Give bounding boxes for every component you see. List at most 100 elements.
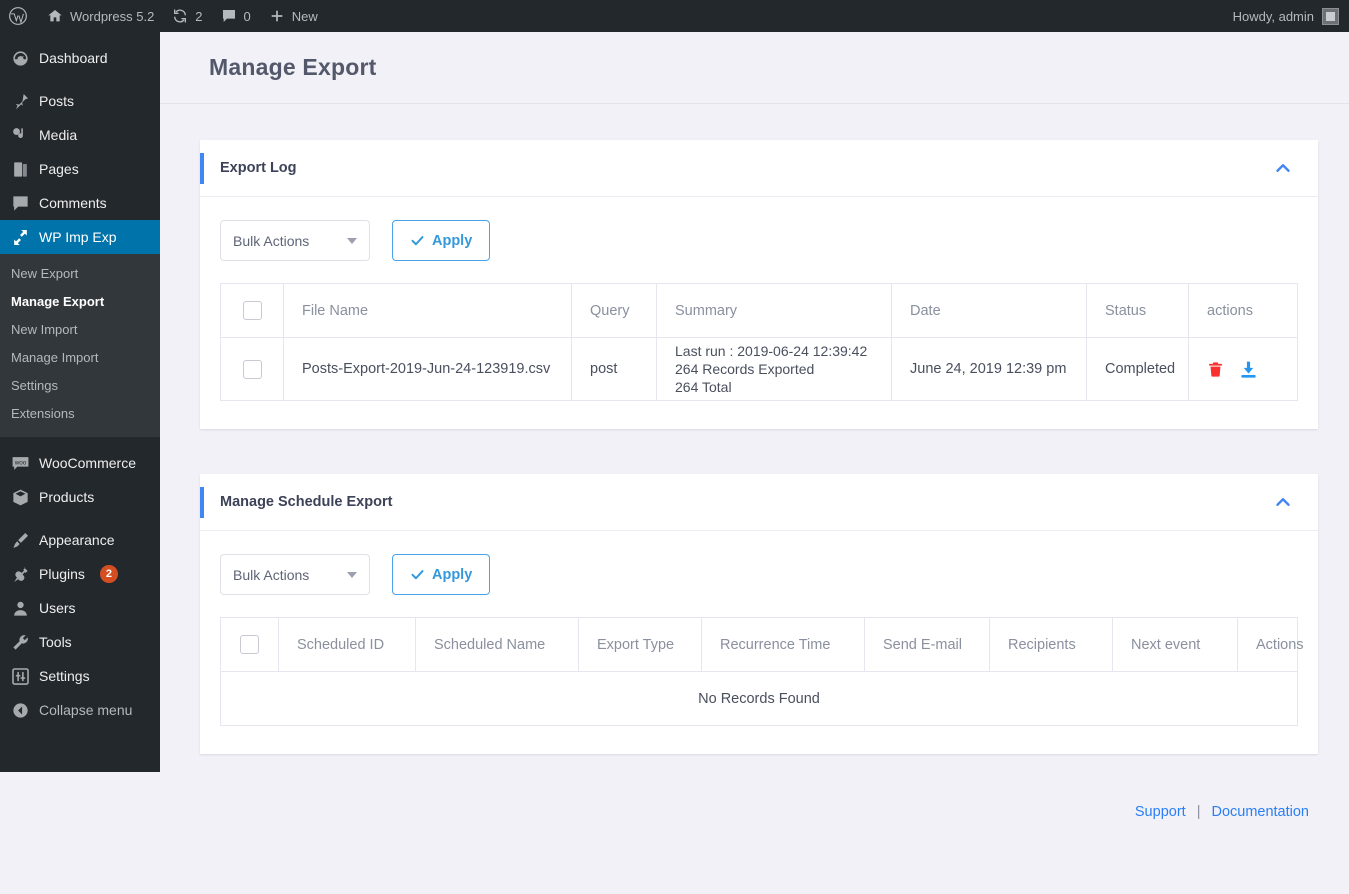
no-records-message: No Records Found — [698, 690, 820, 707]
submenu-item-manage-import[interactable]: Manage Import — [0, 344, 160, 372]
schedule-panel-header: Manage Schedule Export — [200, 474, 1318, 531]
checkbox-icon[interactable] — [240, 635, 259, 654]
comment-icon — [221, 8, 237, 24]
cell-status: Completed — [1086, 337, 1189, 401]
schedule-toolbar: Bulk Actions Apply — [220, 554, 1298, 595]
plug-icon — [11, 565, 30, 584]
home-icon — [47, 8, 63, 24]
column-header-file-name: File Name — [283, 283, 572, 338]
account-menu[interactable]: Howdy, admin — [1232, 7, 1349, 25]
column-header-next-event: Next event — [1112, 617, 1238, 672]
bulk-actions-value: Bulk Actions — [233, 232, 310, 249]
cell-file-name: Posts-Export-2019-Jun-24-123919.csv — [283, 337, 572, 401]
avatar-icon — [1322, 7, 1339, 25]
sidebar-item-wp-imp-exp[interactable]: WP Imp Exp — [0, 220, 160, 254]
updates-count: 2 — [195, 8, 203, 24]
column-header-send-email: Send E-mail — [864, 617, 990, 672]
cell-summary: Last run : 2019-06-24 12:39:42 264 Recor… — [656, 337, 892, 401]
howdy-label: Howdy, admin — [1232, 8, 1314, 24]
submenu-item-new-import[interactable]: New Import — [0, 316, 160, 344]
schedule-panel-body: Bulk Actions Apply Scheduled ID Schedule… — [200, 531, 1318, 754]
summary-records-exported: 264 Records Exported — [675, 361, 815, 377]
cell-actions — [1189, 338, 1298, 401]
sidebar-item-label: Media — [39, 126, 78, 143]
column-header-summary: Summary — [656, 283, 892, 338]
sidebar-item-settings[interactable]: Settings — [0, 659, 160, 693]
export-log-toolbar: Bulk Actions Apply — [220, 220, 1298, 261]
support-link[interactable]: Support — [1135, 804, 1186, 820]
page-title: Manage Export — [209, 54, 377, 80]
export-log-panel-header: Export Log — [200, 140, 1318, 197]
menu-spacer-top — [0, 32, 160, 41]
export-log-table: File Name Query Summary Date Status acti… — [220, 283, 1298, 401]
apply-label: Apply — [432, 232, 473, 249]
footer-links: Support | Documentation — [1135, 804, 1309, 820]
sidebar-item-plugins[interactable]: Plugins 2 — [0, 557, 160, 591]
chevron-up-icon[interactable] — [1272, 491, 1294, 513]
sidebar-item-label: Users — [39, 599, 76, 616]
chevron-up-icon[interactable] — [1272, 157, 1294, 179]
column-header-actions: Actions — [1237, 617, 1304, 672]
sidebar-item-dashboard[interactable]: Dashboard — [0, 41, 160, 75]
wrench-icon — [11, 633, 30, 652]
sidebar-item-comments[interactable]: Comments — [0, 186, 160, 220]
sidebar-item-label: Products — [39, 488, 95, 505]
submenu-item-manage-export[interactable]: Manage Export — [0, 288, 160, 316]
summary-last-run: Last run : 2019-06-24 12:39:42 — [675, 343, 868, 359]
cell-query: post — [571, 337, 657, 401]
sidebar-item-tools[interactable]: Tools — [0, 625, 160, 659]
submenu-item-settings[interactable]: Settings — [0, 372, 160, 400]
comments-button[interactable]: 0 — [212, 0, 260, 32]
menu-separator-2 — [0, 437, 160, 446]
download-icon[interactable] — [1239, 360, 1258, 379]
updates-button[interactable]: 2 — [163, 0, 211, 32]
checkbox-icon[interactable] — [242, 301, 262, 320]
site-name-menu[interactable]: Wordpress 5.2 — [38, 0, 163, 32]
settings-icon — [11, 667, 30, 686]
new-content-button[interactable]: New — [260, 0, 327, 32]
table-empty-row: No Records Found — [221, 672, 1298, 726]
plus-icon — [269, 8, 285, 24]
user-icon — [11, 599, 30, 618]
column-header-scheduled-id: Scheduled ID — [278, 617, 416, 672]
sidebar-item-users[interactable]: Users — [0, 591, 160, 625]
bulk-actions-select[interactable]: Bulk Actions — [220, 220, 370, 261]
sidebar-item-collapse-menu[interactable]: Collapse menu — [0, 693, 160, 727]
apply-button[interactable]: Apply — [392, 220, 491, 261]
manage-schedule-export-panel: Manage Schedule Export Bulk Actions Appl… — [200, 474, 1318, 754]
bulk-actions-value: Bulk Actions — [233, 566, 310, 583]
chevron-down-icon — [347, 237, 357, 244]
export-log-panel: Export Log Bulk Actions Apply File Name … — [200, 140, 1318, 429]
bulk-actions-select[interactable]: Bulk Actions — [220, 554, 370, 595]
sidebar-item-label: Comments — [39, 194, 107, 211]
export-log-body: Bulk Actions Apply File Name Query Summa… — [200, 197, 1318, 429]
pages-icon — [11, 160, 30, 179]
trash-icon[interactable] — [1207, 360, 1224, 379]
menu-separator-3 — [0, 514, 160, 523]
sidebar-item-posts[interactable]: Posts — [0, 84, 160, 118]
column-header-scheduled-name: Scheduled Name — [415, 617, 579, 672]
sidebar-item-pages[interactable]: Pages — [0, 152, 160, 186]
row-select-cell — [220, 337, 284, 401]
documentation-link[interactable]: Documentation — [1211, 804, 1309, 820]
admin-bar: Wordpress 5.2 2 0 New Howdy, admin — [0, 0, 1349, 32]
table-header-row: Scheduled ID Scheduled Name Export Type … — [220, 617, 1304, 672]
media-icon — [11, 126, 30, 145]
submenu-item-extensions[interactable]: Extensions — [0, 400, 160, 428]
apply-button[interactable]: Apply — [392, 554, 491, 595]
wordpress-logo-button[interactable] — [0, 0, 38, 32]
sidebar-item-woocommerce[interactable]: woo WooCommerce — [0, 446, 160, 480]
sidebar-item-products[interactable]: Products — [0, 480, 160, 514]
footer-separator: | — [1196, 804, 1201, 820]
submenu-item-new-export[interactable]: New Export — [0, 260, 160, 288]
sidebar-item-appearance[interactable]: Appearance — [0, 523, 160, 557]
table-row: Posts-Export-2019-Jun-24-123919.csv post… — [220, 337, 1298, 401]
sidebar-item-label: Collapse menu — [39, 701, 133, 718]
brush-icon — [11, 531, 30, 550]
sidebar-item-media[interactable]: Media — [0, 118, 160, 152]
checkbox-icon[interactable] — [242, 359, 262, 379]
check-icon — [410, 233, 425, 248]
sidebar-item-label: Tools — [39, 633, 72, 650]
schedule-export-table: Scheduled ID Scheduled Name Export Type … — [220, 617, 1304, 726]
page-header: Manage Export — [160, 32, 1349, 104]
